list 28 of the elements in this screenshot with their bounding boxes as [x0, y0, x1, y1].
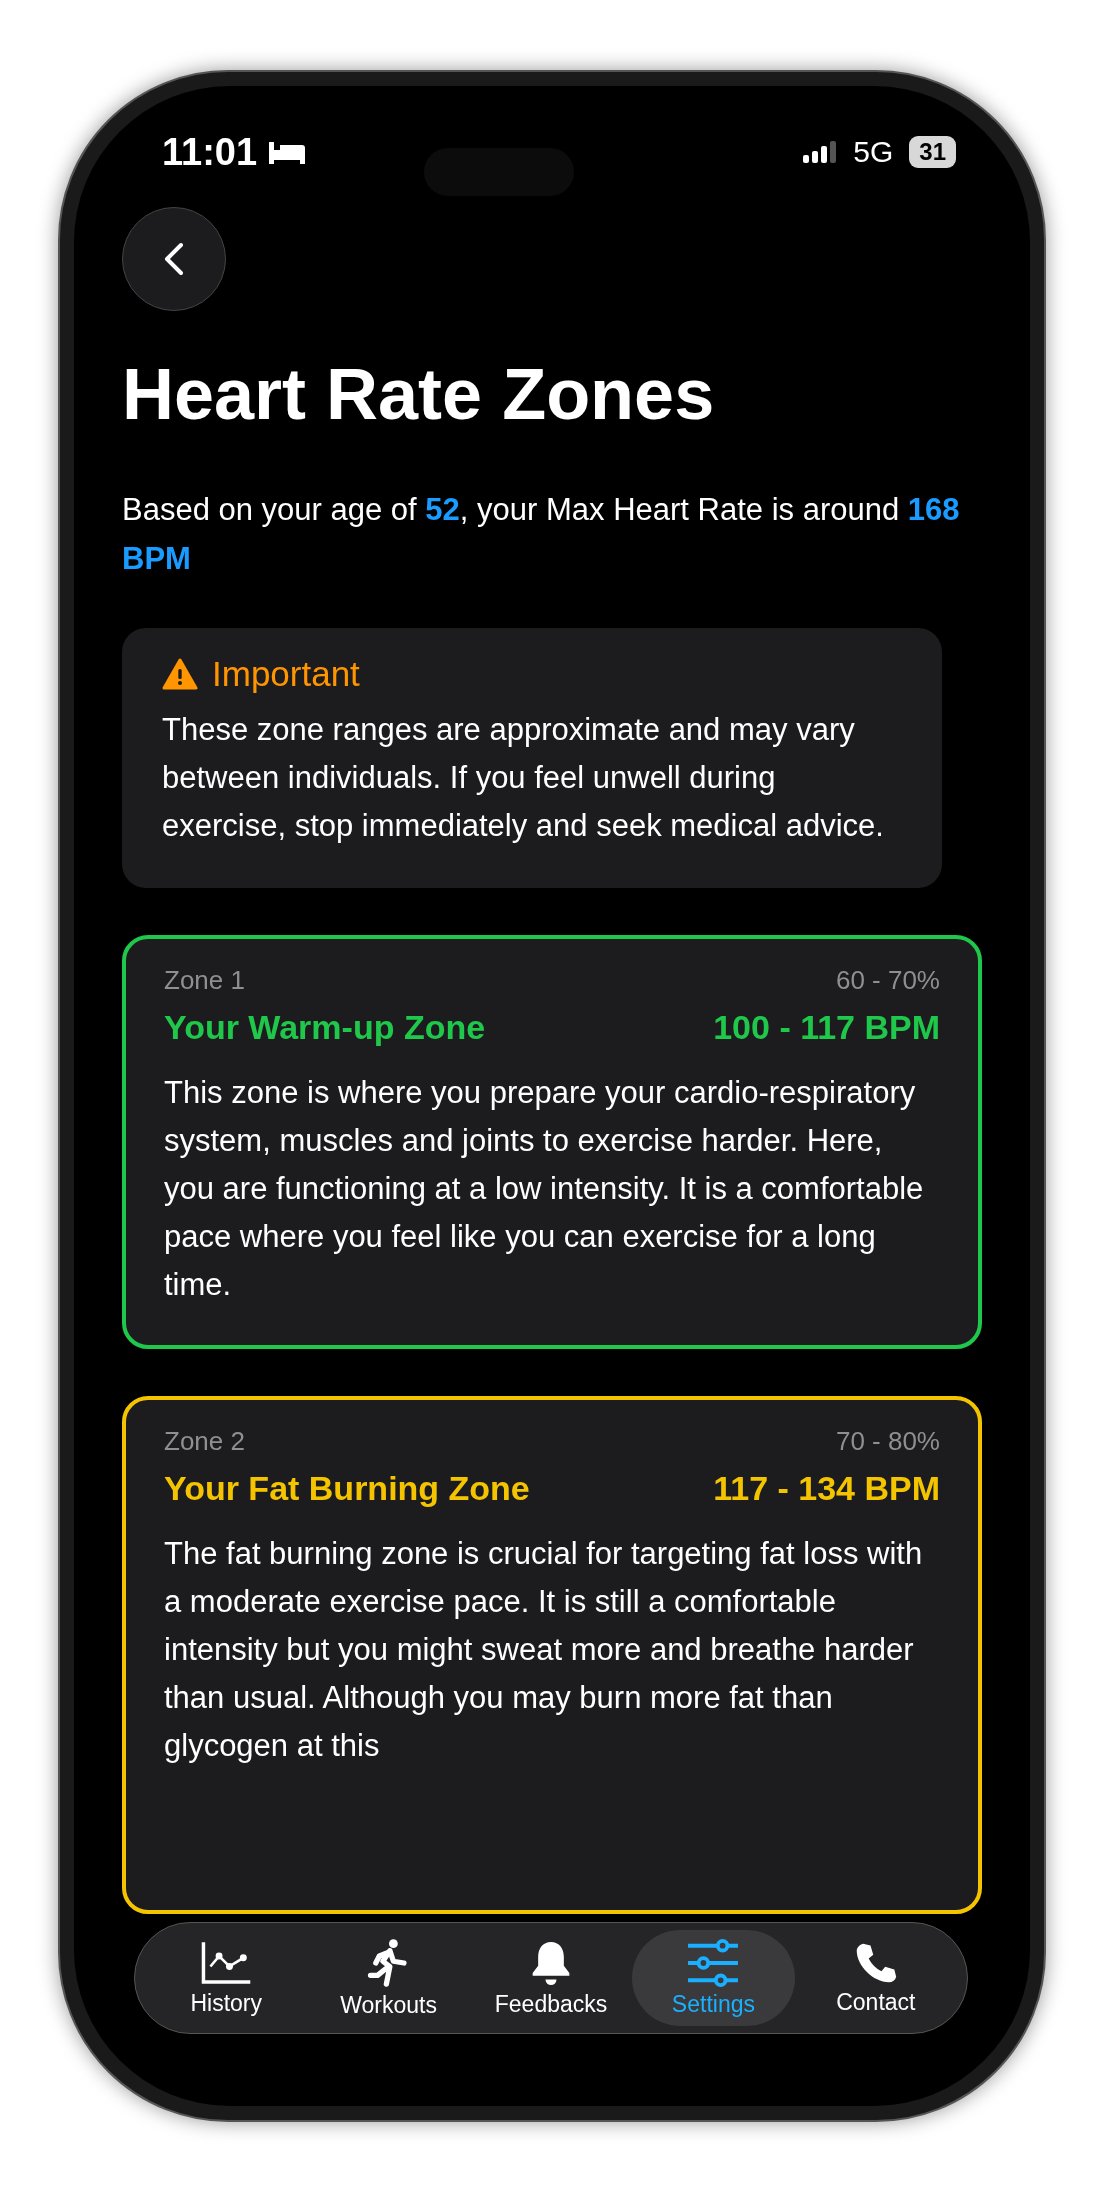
zone-description: The fat burning zone is crucial for targeting fat loss with a moderate exercise pace. It is still a comfortable intensity but you might sweat more and breathe harder than usual. Although you may burn more fat than glycogen at this — [164, 1535, 924, 1766]
zone-percent: 70 - 80% — [835, 1426, 940, 1458]
zone-label: Zone 2 — [164, 1426, 245, 1458]
zone-bpm: 100 - 117 BPM — [713, 1008, 940, 1048]
zone-name: Your Fat Burning Zone — [164, 1469, 530, 1509]
zone-percent: 60 - 70% — [835, 965, 940, 997]
zone-name: Your Warm-up Zone — [164, 1008, 486, 1048]
notice-text: These zone ranges are approximate and may vary between individuals. If you feel unwell during exercise, stop immediately and seek medical advice. — [162, 711, 885, 846]
intro-text: Based on your age of 52, your Max Heart Rate is around 168 BPM — [122, 491, 961, 579]
zone-description: This zone is where you prepare your cardio-respiratory system, muscles and joints to exercise harder. Here, you are functioning at a low intensity. It is a comfortable pace where you feel like you can exercise for a long time. — [164, 1074, 925, 1305]
warning-icon — [162, 658, 198, 691]
zone-bpm: 117 - 134 BPM — [713, 1469, 940, 1509]
bed-icon — [267, 140, 308, 164]
chevron-left-icon — [164, 242, 184, 276]
page-title: Heart Rate Zones — [122, 353, 716, 436]
status-time: 11:01 — [162, 130, 258, 174]
sliders-icon — [686, 1938, 741, 1987]
line-chart-icon — [200, 1939, 253, 1986]
zone-label: Zone 1 — [164, 965, 245, 997]
tab-item[interactable]: Contact — [794, 1930, 958, 2026]
network-label: 5G — [853, 135, 894, 169]
battery-indicator: 31 — [909, 136, 956, 168]
tab-item[interactable]: Settings — [632, 1930, 795, 2026]
tab-item[interactable]: Feedbacks — [469, 1930, 633, 2026]
tab-item[interactable]: History — [145, 1930, 308, 2026]
notice-title: Important — [212, 654, 360, 695]
tab-item[interactable]: Workouts — [307, 1930, 470, 2026]
signal-icon — [803, 141, 838, 163]
